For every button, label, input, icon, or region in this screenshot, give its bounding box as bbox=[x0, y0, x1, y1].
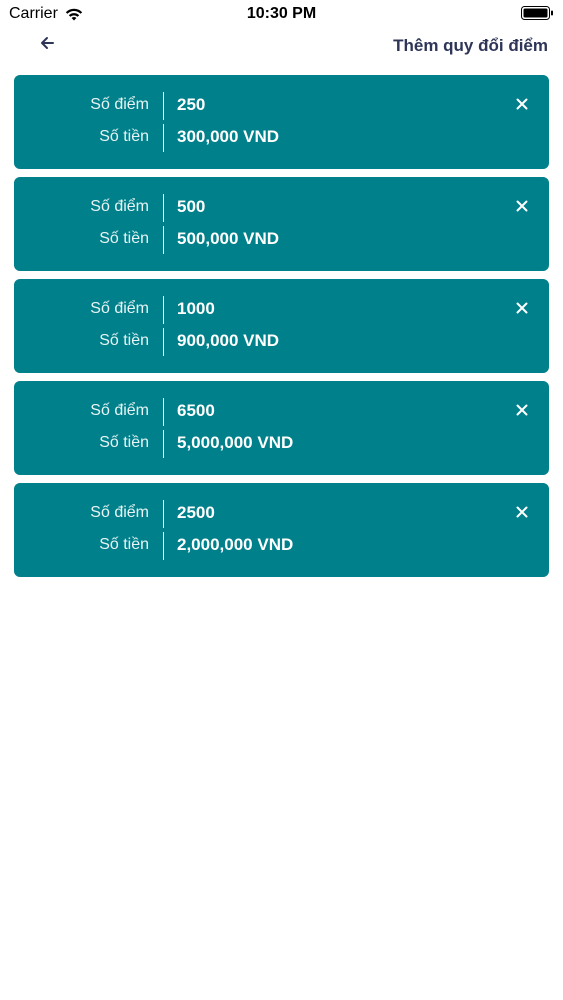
points-row: Số điểm 250 bbox=[14, 92, 549, 120]
points-label: Số điểm bbox=[90, 96, 149, 113]
delete-button[interactable] bbox=[515, 97, 529, 111]
money-label: Số tiền bbox=[99, 536, 149, 553]
close-icon bbox=[516, 200, 528, 212]
money-value: 900,000 VND bbox=[177, 331, 280, 350]
divider bbox=[163, 398, 164, 426]
points-value: 1000 bbox=[177, 299, 215, 318]
points-row: Số điểm 2500 bbox=[14, 500, 549, 528]
close-icon bbox=[516, 302, 528, 314]
money-row: Số tiền 900,000 VND bbox=[14, 328, 549, 356]
points-row: Số điểm 1000 bbox=[14, 296, 549, 324]
close-icon bbox=[516, 98, 528, 110]
page-title: Thêm quy đổi điểm bbox=[393, 36, 548, 55]
points-value: 250 bbox=[177, 95, 206, 114]
money-label: Số tiền bbox=[99, 230, 149, 247]
divider bbox=[163, 226, 164, 254]
points-row: Số điểm 6500 bbox=[14, 398, 549, 426]
navigation-bar: Thêm quy đổi điểm bbox=[0, 30, 563, 64]
delete-button[interactable] bbox=[515, 199, 529, 213]
divider bbox=[163, 92, 164, 120]
points-label: Số điểm bbox=[90, 402, 149, 419]
divider bbox=[163, 296, 164, 324]
points-value: 2500 bbox=[177, 503, 215, 522]
points-label: Số điểm bbox=[90, 300, 149, 317]
money-label: Số tiền bbox=[99, 434, 149, 451]
points-row: Số điểm 500 bbox=[14, 194, 549, 222]
points-value: 6500 bbox=[177, 401, 215, 420]
divider bbox=[163, 500, 164, 528]
money-label: Số tiền bbox=[99, 128, 149, 145]
money-row: Số tiền 300,000 VND bbox=[14, 124, 549, 152]
conversion-card: Số điểm 500 Số tiền 500,000 VND bbox=[14, 177, 549, 271]
divider bbox=[163, 532, 164, 560]
divider bbox=[163, 194, 164, 222]
conversion-list: Số điểm 250 Số tiền 300,000 VND Số điểm … bbox=[14, 75, 549, 585]
money-label: Số tiền bbox=[99, 332, 149, 349]
points-label: Số điểm bbox=[90, 504, 149, 521]
delete-button[interactable] bbox=[515, 403, 529, 417]
conversion-card: Số điểm 250 Số tiền 300,000 VND bbox=[14, 75, 549, 169]
points-label: Số điểm bbox=[90, 198, 149, 215]
battery-icon bbox=[521, 6, 553, 20]
delete-button[interactable] bbox=[515, 301, 529, 315]
divider bbox=[163, 430, 164, 458]
money-value: 5,000,000 VND bbox=[177, 433, 294, 452]
money-value: 300,000 VND bbox=[177, 127, 280, 146]
conversion-card: Số điểm 6500 Số tiền 5,000,000 VND bbox=[14, 381, 549, 475]
money-row: Số tiền 500,000 VND bbox=[14, 226, 549, 254]
divider bbox=[163, 328, 164, 356]
money-value: 500,000 VND bbox=[177, 229, 280, 248]
conversion-card: Số điểm 1000 Số tiền 900,000 VND bbox=[14, 279, 549, 373]
arrow-left-icon bbox=[41, 37, 54, 49]
status-bar: Carrier 10:30 PM bbox=[0, 0, 563, 30]
money-row: Số tiền 5,000,000 VND bbox=[14, 430, 549, 458]
close-icon bbox=[516, 404, 528, 416]
back-button[interactable] bbox=[36, 32, 60, 54]
status-time: 10:30 PM bbox=[246, 5, 317, 22]
close-icon bbox=[516, 506, 528, 518]
divider bbox=[163, 124, 164, 152]
conversion-card: Số điểm 2500 Số tiền 2,000,000 VND bbox=[14, 483, 549, 577]
points-value: 500 bbox=[177, 197, 206, 216]
money-value: 2,000,000 VND bbox=[177, 535, 294, 554]
delete-button[interactable] bbox=[515, 505, 529, 519]
money-row: Số tiền 2,000,000 VND bbox=[14, 532, 549, 560]
